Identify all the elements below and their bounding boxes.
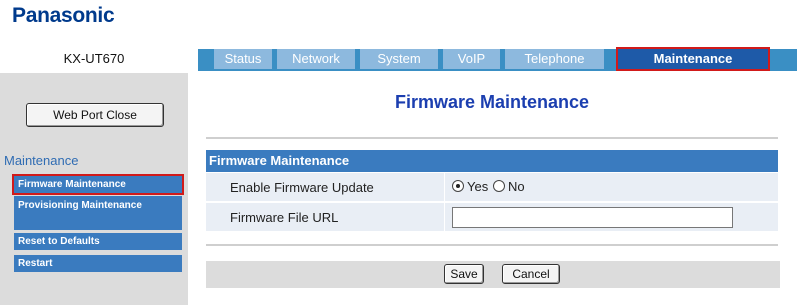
save-button[interactable]: Save — [444, 264, 484, 284]
sidebar-item-restart[interactable]: Restart — [14, 255, 182, 272]
enable-firmware-update-label: Enable Firmware Update — [230, 180, 374, 195]
tab-maintenance[interactable]: Maintenance — [616, 47, 770, 71]
main-tab-bar: Status Network System VoIP Telephone Mai… — [198, 47, 797, 71]
divider-bottom — [206, 244, 778, 246]
web-port-close-button[interactable]: Web Port Close — [26, 103, 164, 127]
tab-system[interactable]: System — [360, 49, 438, 69]
sidebar: Web Port Close Maintenance Firmware Main… — [0, 73, 188, 305]
sidebar-item-provisioning-maintenance[interactable]: Provisioning Maintenance — [14, 196, 182, 230]
action-bar: Save Cancel — [206, 261, 780, 288]
tab-network[interactable]: Network — [277, 49, 355, 69]
enable-update-yes-radio[interactable] — [452, 180, 464, 192]
row-enable-firmware-update: Enable Firmware Update Yes No — [206, 173, 778, 202]
enable-update-no-label[interactable]: No — [508, 173, 525, 200]
enable-update-yes-label[interactable]: Yes — [467, 173, 488, 200]
firmware-file-url-label: Firmware File URL — [230, 210, 339, 225]
page-title: Firmware Maintenance — [394, 92, 590, 112]
tab-voip[interactable]: VoIP — [443, 49, 500, 69]
device-model: KX-UT670 — [63, 51, 125, 66]
section-header: Firmware Maintenance — [206, 150, 778, 172]
sidebar-item-firmware-maintenance[interactable]: Firmware Maintenance — [12, 174, 184, 195]
sidebar-item-reset-to-defaults[interactable]: Reset to Defaults — [14, 233, 182, 250]
cancel-button[interactable]: Cancel — [502, 264, 560, 284]
enable-update-no-radio[interactable] — [493, 180, 505, 192]
row-column-divider — [444, 203, 445, 232]
brand-logo: Panasonic — [12, 4, 115, 27]
tab-telephone[interactable]: Telephone — [505, 49, 604, 69]
divider-top — [206, 137, 778, 139]
sidebar-heading: Maintenance — [4, 153, 79, 168]
row-firmware-file-url: Firmware File URL — [206, 203, 778, 232]
firmware-file-url-input[interactable] — [452, 207, 733, 228]
row-column-divider — [444, 173, 445, 202]
tab-status[interactable]: Status — [214, 49, 272, 69]
